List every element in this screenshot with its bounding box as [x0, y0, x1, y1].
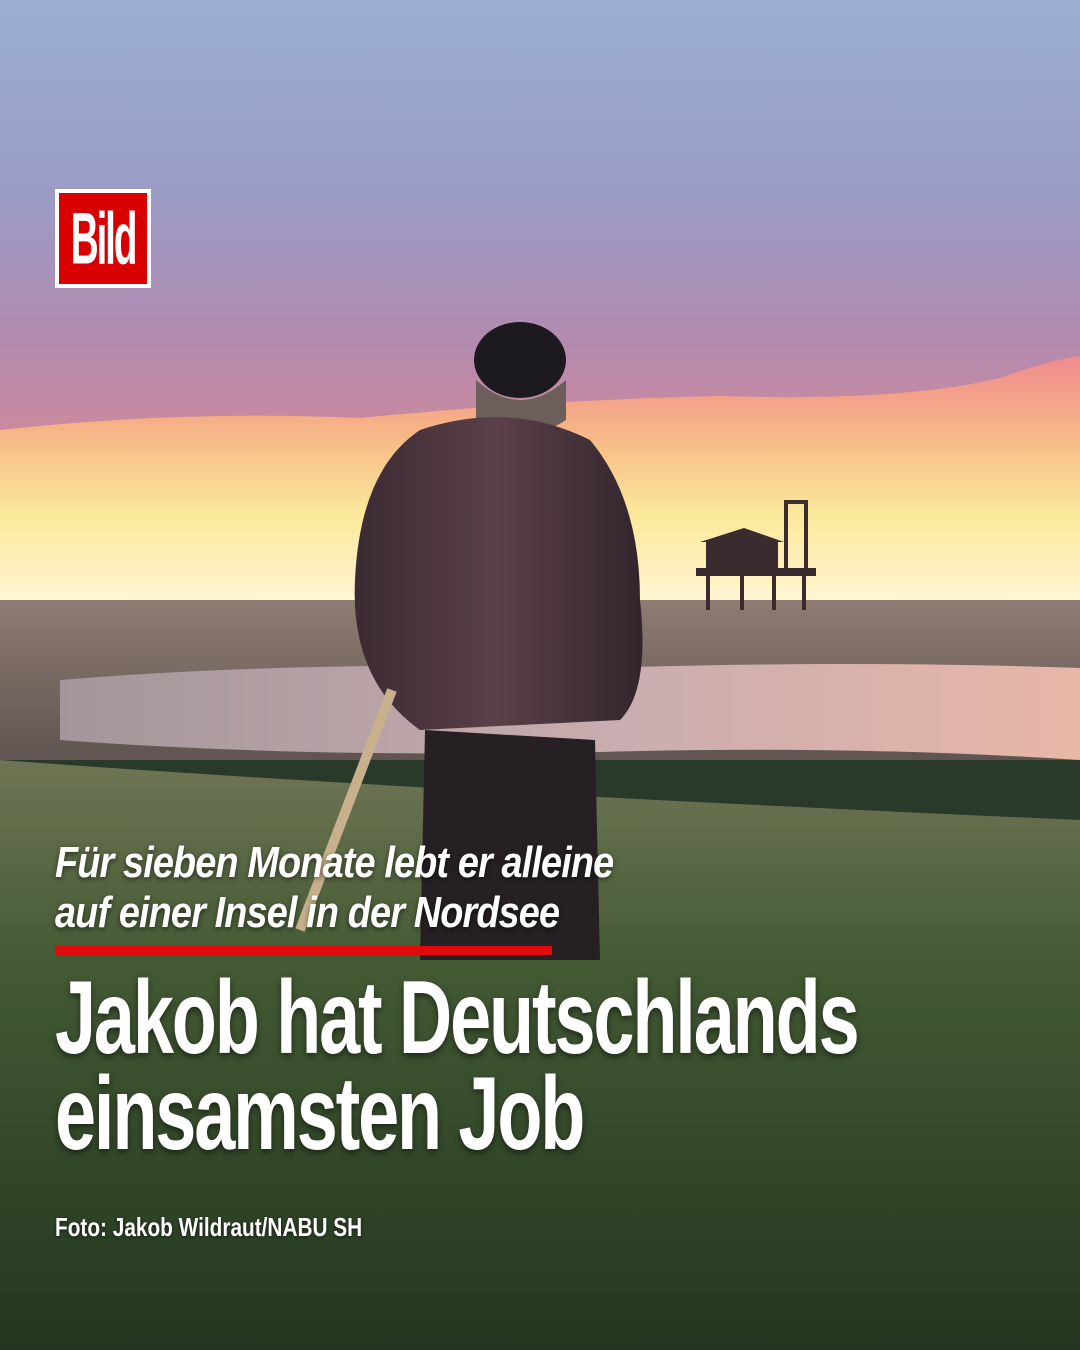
- headline-line-2: einsamsten Job: [55, 1056, 585, 1172]
- headline: Jakob hat Deutschlands einsamsten Job: [55, 960, 1055, 1172]
- kicker-line-1: Für sieben Monate lebt er alleine: [55, 838, 614, 887]
- photo-credit: Foto: Jakob Wildraut/NABU SH: [55, 1212, 439, 1242]
- bild-logo-text: Bild: [70, 198, 138, 279]
- red-divider: [55, 946, 552, 955]
- kicker-line-2: auf einer Insel in der Nordsee: [55, 888, 560, 937]
- post-image: Bild Für sieben Monate lebt er alleine a…: [0, 0, 1080, 1350]
- photo-credit-text: Foto: Jakob Wildraut/NABU SH: [55, 1212, 363, 1242]
- headline-line-1: Jakob hat Deutschlands: [55, 960, 860, 1076]
- bild-logo: Bild: [55, 189, 151, 288]
- kicker-text: Für sieben Monate lebt er alleine auf ei…: [55, 838, 855, 938]
